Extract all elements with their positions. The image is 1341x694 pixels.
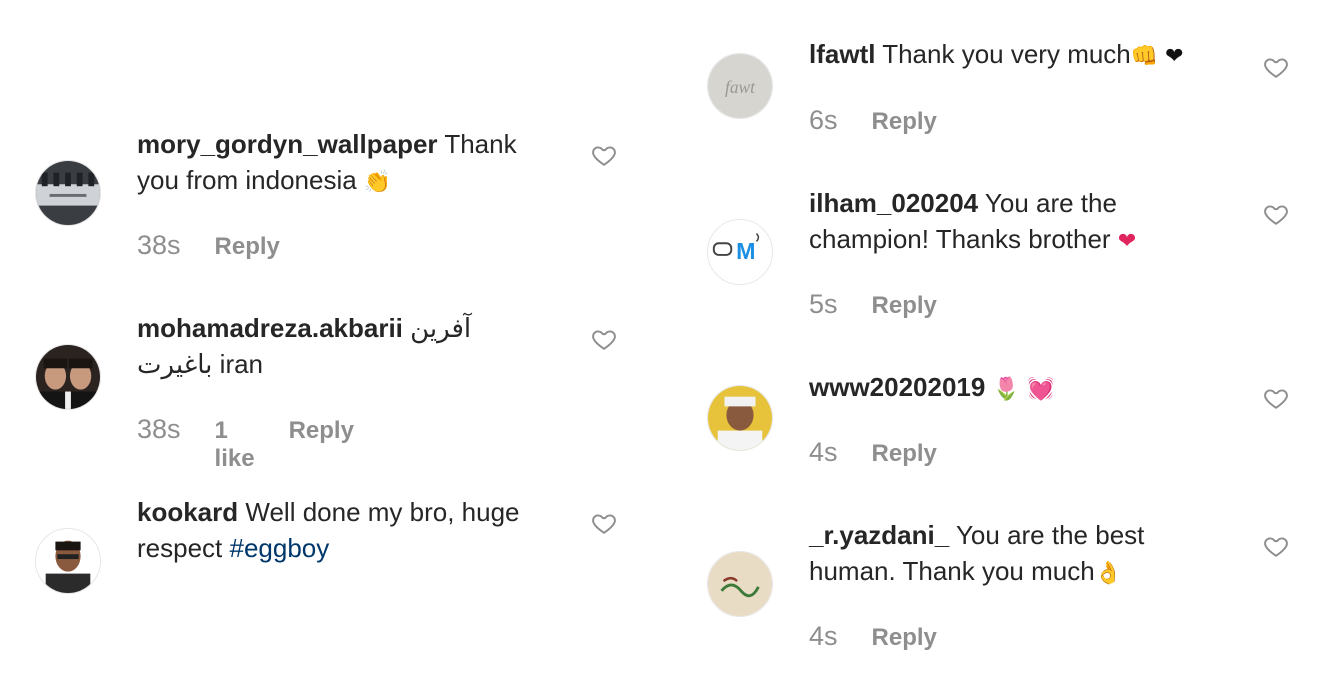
- avatar[interactable]: [35, 528, 101, 594]
- heart-icon[interactable]: [1263, 385, 1289, 411]
- heart-icon[interactable]: [1263, 533, 1289, 559]
- reply-button[interactable]: Reply: [872, 292, 937, 320]
- heart-icon[interactable]: [591, 142, 617, 168]
- heart-icon[interactable]: [591, 326, 617, 352]
- comment-meta: 4s Reply: [809, 621, 937, 652]
- comment-username[interactable]: kookard: [137, 497, 238, 527]
- tulip-and-heart-emoji-icon: 🌷 💓: [992, 377, 1055, 402]
- ok-hand-emoji-icon: 👌: [1094, 561, 1123, 586]
- reply-button[interactable]: Reply: [872, 440, 937, 468]
- comment-body: respect: [137, 533, 230, 563]
- heart-icon[interactable]: [591, 510, 617, 536]
- comment-username[interactable]: lfawtl: [809, 39, 875, 69]
- comment-body: Thank: [444, 129, 517, 159]
- comment-timestamp[interactable]: 5s: [809, 289, 838, 320]
- reply-button[interactable]: Reply: [215, 233, 280, 261]
- comment-username[interactable]: mory_gordyn_wallpaper: [137, 129, 438, 159]
- comment-body: you from indonesia: [137, 165, 357, 195]
- reply-button[interactable]: Reply: [872, 624, 937, 652]
- comment-text: mory_gordyn_wallpaper Thank you from ind…: [137, 126, 577, 201]
- comment-timestamp[interactable]: 38s: [137, 414, 181, 445]
- clapping-hands-emoji-icon: 👏: [363, 170, 392, 195]
- avatar[interactable]: [707, 551, 773, 617]
- avatar-text: fawt: [725, 77, 756, 97]
- comment-timestamp[interactable]: 38s: [137, 230, 181, 261]
- reply-button[interactable]: Reply: [289, 417, 354, 445]
- comment-meta: 38s Reply: [137, 230, 280, 261]
- comment-body: Thank you very much: [882, 39, 1131, 69]
- comment-body: You are the best: [955, 520, 1145, 550]
- comment-username[interactable]: www20202019: [809, 372, 985, 402]
- avatar[interactable]: [35, 344, 101, 410]
- comment-text: ilham_020204 You are the champion! Thank…: [809, 185, 1249, 260]
- comment-timestamp[interactable]: 4s: [809, 621, 838, 652]
- comment-username[interactable]: ilham_020204: [809, 188, 978, 218]
- comment-username[interactable]: _r.yazdani_: [809, 520, 949, 550]
- red-heart-emoji-icon: ❤: [1117, 229, 1137, 254]
- avatar[interactable]: M: [707, 219, 773, 285]
- comment-meta: 5s Reply: [809, 289, 937, 320]
- comment-body: You are the: [984, 188, 1117, 218]
- avatar-text: M: [736, 238, 755, 264]
- comment-meta: 4s Reply: [809, 437, 937, 468]
- avatar[interactable]: fawt: [707, 53, 773, 119]
- reply-button[interactable]: Reply: [872, 108, 937, 136]
- hashtag-link[interactable]: #eggboy: [230, 533, 330, 563]
- comment-text: www20202019 🌷 💓: [809, 369, 1249, 408]
- avatar[interactable]: [35, 160, 101, 226]
- comment-body: human. Thank you much: [809, 556, 1095, 586]
- comment-text: _r.yazdani_ You are the best human. Than…: [809, 517, 1249, 592]
- comment-meta: 6s Reply: [809, 105, 937, 136]
- comment-body: آفرین: [410, 313, 472, 343]
- comment-username[interactable]: mohamadreza.akbarii: [137, 313, 403, 343]
- comment-timestamp[interactable]: 4s: [809, 437, 838, 468]
- fist-and-heart-emoji-icon: 👊 ❤: [1130, 44, 1184, 69]
- comment-body: champion! Thanks brother: [809, 224, 1111, 254]
- likes-count-button[interactable]: 1 like: [215, 417, 255, 473]
- comment-body: باغیرت iran: [137, 349, 264, 379]
- comment-text: lfawtl Thank you very much👊 ❤: [809, 36, 1249, 75]
- heart-icon[interactable]: [1263, 54, 1289, 80]
- avatar[interactable]: [707, 385, 773, 451]
- comment-body: Well done my bro, huge: [245, 497, 520, 527]
- heart-icon[interactable]: [1263, 201, 1289, 227]
- comment-meta: 38s 1 like Reply: [137, 414, 354, 473]
- comment-timestamp[interactable]: 6s: [809, 105, 838, 136]
- comment-text: kookard Well done my bro, huge respect #…: [137, 494, 577, 566]
- comment-text: mohamadreza.akbarii آفرین باغیرت iran: [137, 310, 577, 382]
